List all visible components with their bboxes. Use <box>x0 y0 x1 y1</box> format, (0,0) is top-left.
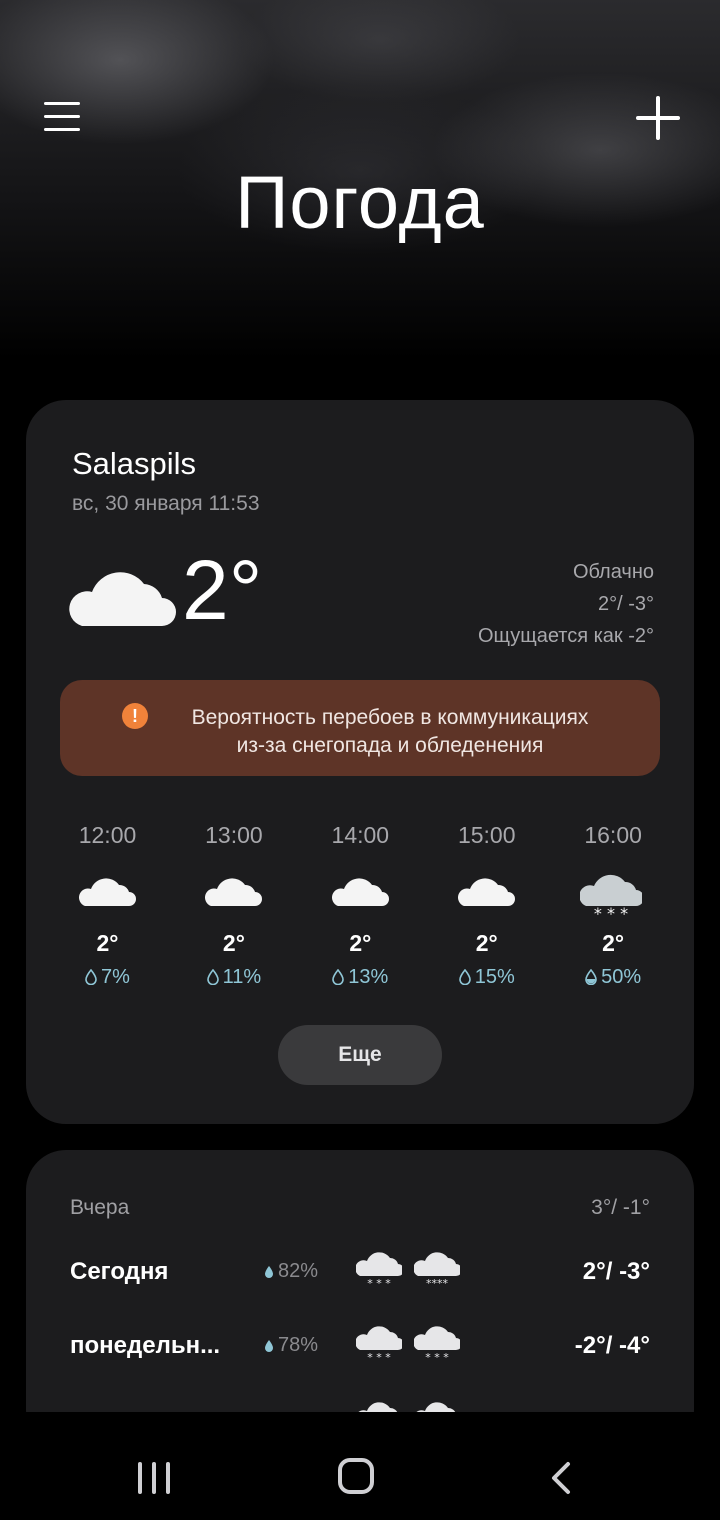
svg-text:* * *: * * * <box>367 1351 391 1362</box>
day-icons: * * * * * * <box>355 1322 463 1367</box>
daily-row[interactable]: понедельн... 78% * * * * * * -2°/ -4° <box>26 1322 694 1370</box>
city-name: Salaspils <box>72 446 197 481</box>
precip-value: 15% <box>474 966 515 988</box>
precip-value: 11% <box>222 966 262 988</box>
hour-temperature: 2° <box>475 930 498 956</box>
date-time: вс, 30 января 11:53 <box>72 492 260 515</box>
current-temperature: 2° <box>182 543 263 637</box>
day-icons: * * * **** <box>355 1248 463 1293</box>
day-temps: -2°/ -4° <box>574 1332 650 1359</box>
hour-temperature: 2° <box>349 930 372 956</box>
svg-text:* * *: * * * <box>594 904 628 920</box>
hour-time: 16:00 <box>584 822 642 848</box>
recent-apps-icon[interactable] <box>138 1462 174 1494</box>
more-button[interactable]: Еще <box>278 1025 442 1085</box>
day-temps: 2°/ -3° <box>582 1258 650 1285</box>
weather-alert-banner[interactable]: ! Вероятность перебоев в коммуникациях и… <box>60 680 660 776</box>
daily-row[interactable]: Сегодня 82% * * * **** 2°/ -3° <box>26 1248 694 1296</box>
snow-cloud-icon: * * * <box>355 1326 404 1364</box>
add-location-plus-icon[interactable] <box>636 96 680 140</box>
hour-temperature: 2° <box>602 930 625 956</box>
hourly-item: 13:00 2° 11% <box>170 820 296 1000</box>
hour-temperature: 2° <box>96 930 119 956</box>
hourly-item: 14:00 2° 13% <box>297 820 423 1000</box>
svg-text:* * *: * * * <box>426 1351 450 1362</box>
precip-value: 13% <box>348 966 389 988</box>
alert-line-1: Вероятность перебоев в коммуникациях <box>191 706 589 729</box>
alert-line-2: из-за снегопада и обледенения <box>236 734 544 757</box>
hourly-item: 12:00 2° 7% <box>44 820 170 1000</box>
droplet-icon <box>458 969 471 985</box>
hourly-forecast[interactable]: 12:00 2° 7% 13:00 2° 11% 14:00 2° 13% 15… <box>44 820 676 1000</box>
hour-time: 15:00 <box>457 822 516 848</box>
day-label: Сегодня <box>70 1258 169 1285</box>
snow-cloud-icon: * * * <box>579 874 642 920</box>
day-temps: 3°/ -1° <box>591 1196 650 1219</box>
hour-time: 12:00 <box>78 822 137 848</box>
svg-text:* * *: * * * <box>367 1277 391 1288</box>
page-title: Погода <box>235 161 485 244</box>
day-label: понедельн... <box>70 1332 221 1359</box>
day-precipitation: 82% <box>264 1260 318 1283</box>
hour-time: 13:00 <box>205 822 263 848</box>
snow-cloud-icon: * * * <box>413 1326 463 1364</box>
hour-precipitation: 50% <box>550 966 677 989</box>
snow-cloud-icon: * * * <box>355 1252 404 1290</box>
condition-block: Облачно 2°/ -3° Ощущается как -2° <box>478 556 654 652</box>
alert-text: Вероятность перебоев в коммуникациях из-… <box>130 704 650 760</box>
yesterday-row: Вчера 3°/ -1° <box>26 1186 694 1234</box>
svg-text:****: **** <box>426 1277 449 1288</box>
header: Погода <box>0 0 720 360</box>
cloud-icon <box>69 572 176 626</box>
droplet-icon <box>206 969 219 985</box>
hour-temperature: 2° <box>222 930 245 956</box>
condition-text: Облачно <box>572 561 654 583</box>
snow-cloud-icon: **** <box>413 1252 463 1290</box>
daily-forecast-card[interactable]: Вчера 3°/ -1° Сегодня 82% * * * **** 2°/… <box>26 1150 694 1450</box>
day-label: Вчера <box>70 1196 130 1219</box>
precip-value: 78% <box>278 1334 319 1356</box>
droplet-icon <box>585 969 597 985</box>
navigation-bar <box>0 1412 720 1520</box>
back-icon[interactable] <box>544 1458 584 1498</box>
droplet-icon <box>265 1266 273 1278</box>
day-precipitation: 78% <box>264 1334 318 1357</box>
cloud-icon <box>458 878 516 906</box>
hour-precipitation: 11% <box>170 966 297 989</box>
droplet-icon <box>265 1340 273 1352</box>
hour-precipitation: 13% <box>297 966 424 989</box>
precip-value: 50% <box>601 966 642 988</box>
precip-value: 7% <box>101 966 130 988</box>
cloud-icon <box>331 878 389 906</box>
home-icon[interactable] <box>338 1458 374 1494</box>
droplet-icon <box>85 969 97 985</box>
hourly-item: 15:00 2° 15% <box>423 820 549 1000</box>
current-weather-card[interactable]: Salaspils вс, 30 января 11:53 2° Облачно… <box>26 400 694 1124</box>
cloud-icon <box>78 878 136 906</box>
hour-precipitation: 7% <box>44 966 171 989</box>
cloud-icon <box>205 878 263 906</box>
menu-icon[interactable] <box>44 100 82 134</box>
precip-value: 82% <box>278 1260 319 1282</box>
droplet-icon <box>332 969 345 985</box>
high-low-temp: 2°/ -3° <box>597 593 654 615</box>
feels-like-text: Ощущается как -2° <box>478 625 654 647</box>
hour-time: 14:00 <box>331 822 390 848</box>
hour-precipitation: 15% <box>423 966 550 989</box>
hourly-item: 16:00 * * * 2° 50% <box>550 820 676 1000</box>
